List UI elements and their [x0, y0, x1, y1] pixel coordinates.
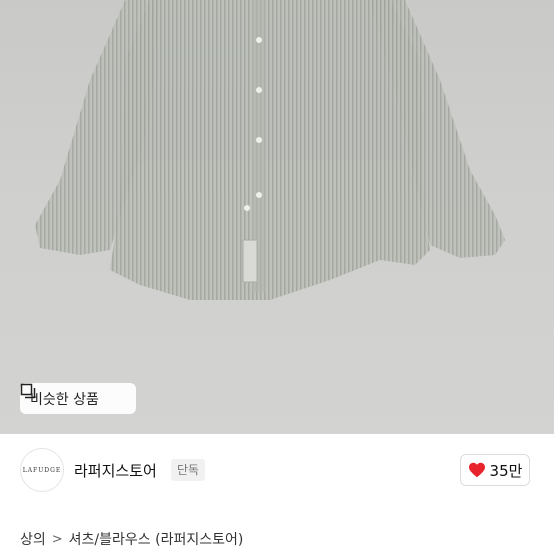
product-image[interactable]: 비슷한 상품 — [0, 0, 554, 434]
like-button[interactable]: 35만 — [460, 454, 530, 486]
exclusive-badge: 단독 — [171, 459, 206, 481]
store-name[interactable]: 라퍼지스토어 — [74, 460, 157, 481]
similar-items-icon — [20, 383, 36, 399]
similar-products-label: 비슷한 상품 — [30, 391, 99, 408]
store-info-row: LAFUDGE 라퍼지스토어 단독 35만 — [0, 444, 554, 496]
similar-products-button[interactable]: 비슷한 상품 — [20, 383, 136, 414]
heart-icon — [468, 462, 485, 478]
breadcrumb-item-top-category[interactable]: 상의 — [20, 529, 46, 549]
like-count: 35만 — [489, 461, 523, 480]
breadcrumb-item-sub-category[interactable]: 셔츠/블라우스 (라퍼지스토어) — [69, 529, 244, 549]
breadcrumb: 상의 > 셔츠/블라우스 (라퍼지스토어) — [20, 529, 243, 549]
store-logo[interactable]: LAFUDGE — [20, 448, 64, 492]
shirt-illustration — [35, 0, 505, 300]
store-logo-text: LAFUDGE — [22, 466, 62, 474]
breadcrumb-separator: > — [51, 531, 63, 547]
